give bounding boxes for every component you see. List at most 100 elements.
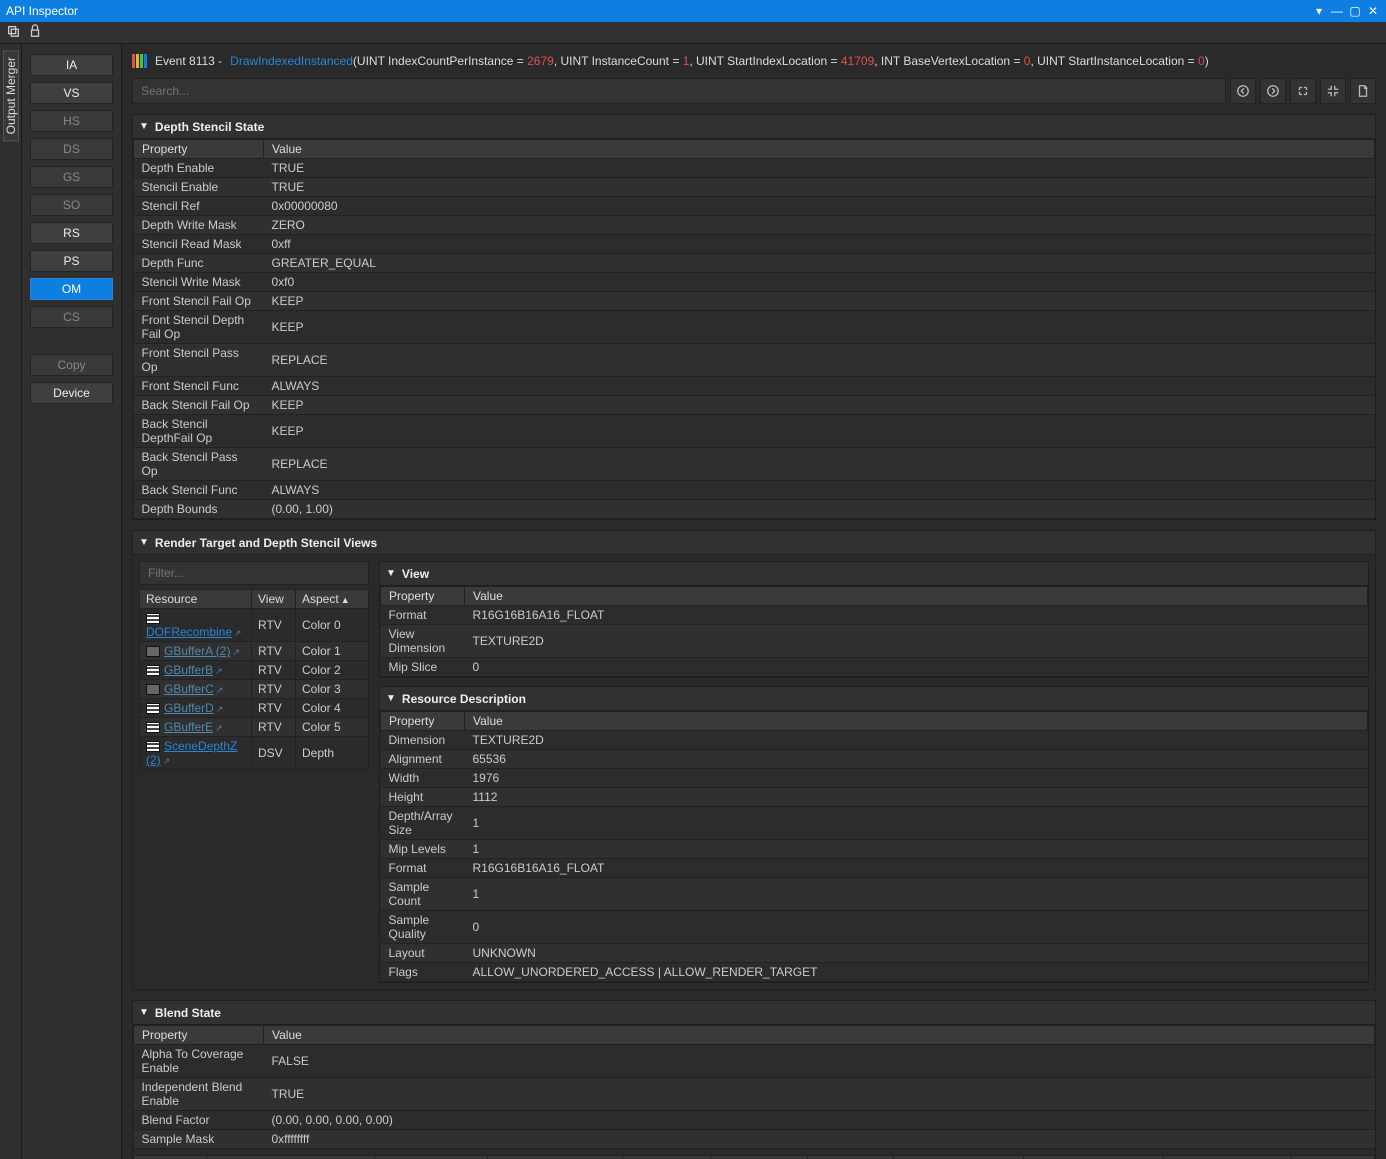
section-title: Resource Description — [402, 692, 526, 706]
resource-link[interactable]: GBufferC — [164, 682, 214, 696]
external-icon: ↗ — [216, 704, 224, 714]
resource-row[interactable]: GBufferE↗RTVColor 5 — [140, 718, 369, 737]
main: Output Merger IAVSHSDSGSSORSPSOMCSCopyDe… — [0, 44, 1386, 1159]
titlebar: API Inspector ▾ — ▢ ✕ — [0, 0, 1386, 22]
resource-row[interactable]: GBufferB↗RTVColor 2 — [140, 661, 369, 680]
next-icon[interactable] — [1260, 78, 1286, 104]
close-icon[interactable]: ✕ — [1366, 4, 1380, 18]
resource-row[interactable]: GBufferD↗RTVColor 4 — [140, 699, 369, 718]
expand-icon[interactable] — [1290, 78, 1316, 104]
table-row: Depth Bounds(0.00, 1.00) — [134, 500, 1375, 519]
resource-row[interactable]: DOFRecombine↗RTVColor 0 — [140, 609, 369, 642]
col-header[interactable]: Src Blend — [623, 1156, 711, 1159]
col-header[interactable]: Blend Enable — [375, 1156, 488, 1159]
section-header[interactable]: ▼ Render Target and Depth Stencil Views — [133, 531, 1375, 555]
thumbnail-icon — [146, 722, 160, 733]
sidebar-device-button[interactable]: Device — [30, 382, 113, 404]
table-row: FlagsALLOW_UNORDERED_ACCESS | ALLOW_REND… — [381, 963, 1368, 982]
table-row: Back Stencil Pass OpREPLACE — [134, 448, 1375, 481]
col-header[interactable]: Property — [134, 1026, 264, 1045]
event-line: Event 8113 - DrawIndexedInstanced(UINT I… — [132, 54, 1376, 68]
col-header[interactable]: Blend Op — [808, 1156, 894, 1159]
col-header[interactable]: Dest Blend — [711, 1156, 808, 1159]
table-row: Blend Factor(0.00, 0.00, 0.00, 0.00) — [134, 1111, 1375, 1130]
section-title: Blend State — [155, 1006, 221, 1020]
section-header[interactable]: ▼ Resource Description — [380, 687, 1368, 711]
collapse-icon[interactable] — [1320, 78, 1346, 104]
section-title: Depth Stencil State — [155, 120, 264, 134]
table-row: Mip Slice0 — [381, 658, 1368, 677]
stage-ia[interactable]: IA — [30, 54, 113, 76]
resource-row[interactable]: GBufferC↗RTVColor 3 — [140, 680, 369, 699]
table-row: FormatR16G16B16A16_FLOAT — [381, 606, 1368, 625]
col-header[interactable]: Property — [381, 587, 465, 606]
section-title: Render Target and Depth Stencil Views — [155, 536, 377, 550]
vertical-tab[interactable]: Output Merger — [3, 50, 19, 141]
section-header[interactable]: ▼ Blend State — [133, 1001, 1375, 1025]
col-header[interactable]: Value — [264, 140, 1375, 159]
chevron-down-icon: ▼ — [139, 537, 149, 548]
search-input[interactable] — [132, 78, 1226, 104]
filter-input[interactable] — [139, 561, 369, 585]
col-header[interactable]: Src Blend Alpha — [893, 1156, 1024, 1159]
thumbnail-icon — [146, 684, 160, 695]
col-header[interactable]: Value — [465, 712, 1368, 731]
event-color-bars — [132, 54, 147, 68]
stage-ps[interactable]: PS — [30, 250, 113, 272]
col-header[interactable]: Blend Op Alpha — [1163, 1156, 1291, 1159]
col-header[interactable]: Aspect▲ — [296, 590, 369, 609]
stage-hs: HS — [30, 110, 113, 132]
thumbnail-icon — [146, 703, 160, 714]
thumbnail-icon — [146, 613, 160, 624]
resource-row[interactable]: SceneDepthZ (2)↗DSVDepth — [140, 737, 369, 770]
external-icon: ↗ — [232, 647, 240, 657]
stage-rs[interactable]: RS — [30, 222, 113, 244]
minimize-icon[interactable]: — — [1330, 4, 1344, 18]
resource-link[interactable]: GBufferA (2) — [164, 644, 230, 658]
resource-link[interactable]: GBufferB — [164, 663, 213, 677]
table-row: Front Stencil Fail OpKEEP — [134, 292, 1375, 311]
prev-icon[interactable] — [1230, 78, 1256, 104]
col-header[interactable]: Resource — [140, 590, 252, 609]
render-target-section: ▼ Render Target and Depth Stencil Views … — [132, 530, 1376, 990]
dropdown-icon[interactable]: ▾ — [1312, 4, 1326, 18]
table-row: Mip Levels1 — [381, 840, 1368, 859]
blend-detail-table: Index▲Write MaskBlend EnableLogic Op Ena… — [133, 1155, 1375, 1159]
col-header[interactable]: Write Mask — [207, 1156, 375, 1159]
view-table: PropertyValueFormatR16G16B16A16_FLOATVie… — [380, 586, 1368, 677]
table-row: Front Stencil FuncALWAYS — [134, 377, 1375, 396]
col-header[interactable]: Value — [264, 1026, 1375, 1045]
depth-stencil-section: ▼ Depth Stencil State PropertyValueDepth… — [132, 114, 1376, 520]
chevron-down-icon: ▼ — [386, 693, 396, 704]
section-header[interactable]: ▼ View — [380, 562, 1368, 586]
table-row: Back Stencil FuncALWAYS — [134, 481, 1375, 500]
lock-icon[interactable] — [28, 24, 42, 41]
stage-om[interactable]: OM — [30, 278, 113, 300]
col-header[interactable]: Logic Op Enable — [488, 1156, 623, 1159]
col-header[interactable]: Logic Op — [1291, 1156, 1374, 1159]
file-icon[interactable] — [1350, 78, 1376, 104]
col-header[interactable]: Index▲ — [134, 1156, 207, 1159]
table-row: Sample Count1 — [381, 878, 1368, 911]
content: Event 8113 - DrawIndexedInstanced(UINT I… — [122, 44, 1386, 1159]
table-row: Stencil Read Mask0xff — [134, 235, 1375, 254]
stage-vs[interactable]: VS — [30, 82, 113, 104]
table-row: Depth Write MaskZERO — [134, 216, 1375, 235]
resource-link[interactable]: DOFRecombine — [146, 625, 232, 639]
col-header[interactable]: Value — [465, 587, 1368, 606]
col-header[interactable]: View — [252, 590, 296, 609]
col-header[interactable]: Dest Blend Alpha — [1024, 1156, 1163, 1159]
resource-desc-section: ▼ Resource Description PropertyValueDime… — [379, 686, 1369, 983]
col-header[interactable]: Property — [381, 712, 465, 731]
copy-view-icon[interactable] — [6, 24, 20, 41]
thumbnail-icon — [146, 741, 160, 752]
pipeline-sidebar: IAVSHSDSGSSORSPSOMCSCopyDevice — [22, 44, 122, 1159]
resource-link[interactable]: GBufferE — [164, 720, 213, 734]
table-row: Depth FuncGREATER_EQUAL — [134, 254, 1375, 273]
section-header[interactable]: ▼ Depth Stencil State — [133, 115, 1375, 139]
resource-link[interactable]: GBufferD — [164, 701, 214, 715]
resource-row[interactable]: GBufferA (2)↗RTVColor 1 — [140, 642, 369, 661]
toolbar — [0, 22, 1386, 44]
col-header[interactable]: Property — [134, 140, 264, 159]
maximize-icon[interactable]: ▢ — [1348, 4, 1362, 18]
